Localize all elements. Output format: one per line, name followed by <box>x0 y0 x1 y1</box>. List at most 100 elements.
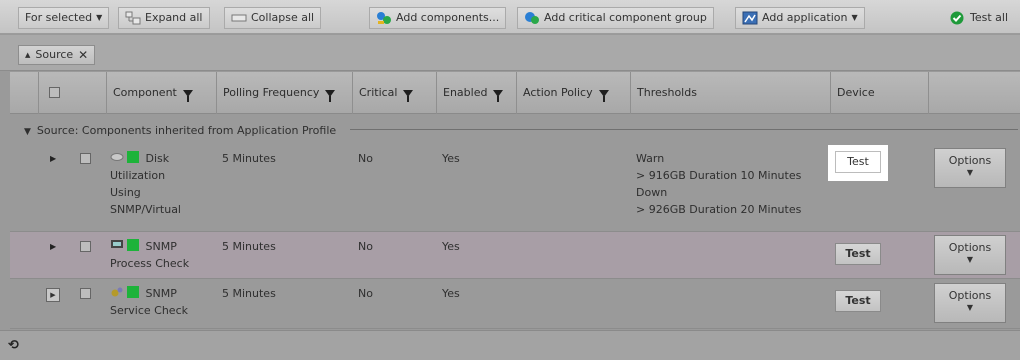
add-components-label: Add components... <box>396 11 500 24</box>
row-checkbox[interactable] <box>80 241 91 252</box>
column-thresholds-label: Thresholds <box>637 86 697 99</box>
component-name-line: Disk <box>145 152 170 165</box>
status-icon <box>127 151 139 163</box>
column-component[interactable]: Component <box>106 72 216 114</box>
options-button[interactable]: Options ▼ <box>934 283 1006 323</box>
enabled-value: Yes <box>442 240 460 253</box>
collapse-all-button[interactable]: Collapse all <box>224 7 322 29</box>
process-icon <box>110 238 124 248</box>
chevron-down-icon: ▼ <box>851 13 858 22</box>
component-name-line: SNMP/Virtual <box>110 203 181 216</box>
column-device[interactable]: Device <box>830 72 928 114</box>
critical-value: No <box>358 240 373 253</box>
add-critical-group-button[interactable]: Add critical component group <box>517 7 714 29</box>
component-name-line: Process Check <box>110 257 190 270</box>
add-components-button[interactable]: Add components... <box>369 7 507 29</box>
chevron-down-icon: ▼ <box>96 13 103 22</box>
for-selected-label: For selected <box>25 11 93 24</box>
component-name-line: SNMP <box>145 240 177 253</box>
expand-row-icon[interactable]: ▶ <box>46 288 60 302</box>
thresholds-value: Warn > 916GB Duration 10 Minutes Down > … <box>636 150 826 218</box>
table-row[interactable]: ▶ Disk Utilization Using SNMP/Virtual 5 … <box>10 144 1020 232</box>
chevron-down-icon: ▼ <box>966 255 974 264</box>
row-checkbox[interactable] <box>80 153 91 164</box>
for-selected-dropdown[interactable]: For selected ▼ <box>18 7 110 29</box>
expand-icon <box>125 11 141 25</box>
filter-icon[interactable] <box>403 89 414 102</box>
polling-frequency-value: 5 Minutes <box>222 287 276 300</box>
table-row[interactable]: ▶ SNMP Service Check 5 Minutes No Yes Te… <box>10 279 1020 329</box>
expand-row-icon[interactable]: ▶ <box>50 242 56 251</box>
sort-ascending-icon: ▲ <box>25 51 31 59</box>
toolbar: For selected ▼ Expand all Collapse all A… <box>0 0 1020 34</box>
options-label: Options <box>948 241 992 254</box>
select-all-checkbox[interactable] <box>49 87 60 98</box>
component-name[interactable]: Disk Utilization Using SNMP/Virtual <box>110 150 212 218</box>
options-label: Options <box>948 154 992 167</box>
column-critical-label: Critical <box>359 86 398 99</box>
filter-icon[interactable] <box>493 89 504 102</box>
expand-all-label: Expand all <box>145 11 203 24</box>
filter-chip-label: Source <box>35 48 74 61</box>
chevron-down-icon[interactable]: ▼ <box>24 127 31 137</box>
column-component-label: Component <box>113 86 177 99</box>
column-critical[interactable]: Critical <box>352 72 436 114</box>
critical-group-icon <box>524 11 540 25</box>
service-icon <box>110 285 124 297</box>
test-all-label: Test all <box>970 11 1009 24</box>
add-components-icon <box>376 11 392 25</box>
filter-icon[interactable] <box>325 89 336 102</box>
grid-footer: ⟲ <box>0 330 1020 360</box>
column-options <box>928 72 1020 114</box>
group-divider <box>350 129 1018 130</box>
status-icon <box>127 239 139 251</box>
select-all-header <box>38 72 70 114</box>
threshold-line: > 926GB Duration 20 Minutes <box>636 203 802 216</box>
filter-icon[interactable] <box>598 89 609 102</box>
expand-row-icon[interactable]: ▶ <box>50 154 56 163</box>
options-button[interactable]: Options ▼ <box>934 148 1006 188</box>
column-polling-frequency[interactable]: Polling Frequency <box>216 72 352 114</box>
expand-all-button[interactable]: Expand all <box>118 7 210 29</box>
column-enabled[interactable]: Enabled <box>436 72 516 114</box>
component-name-line: Utilization <box>110 169 166 182</box>
table-row[interactable]: ▶ SNMP Process Check 5 Minutes No Yes Te… <box>10 232 1020 279</box>
enabled-value: Yes <box>442 152 460 165</box>
column-polling-label: Polling Frequency <box>223 86 320 99</box>
test-button[interactable]: Test <box>835 243 881 265</box>
threshold-line: Down <box>636 186 668 199</box>
group-header[interactable]: ▼ Source: Components inherited from Appli… <box>10 120 1020 142</box>
polling-frequency-value: 5 Minutes <box>222 152 276 165</box>
options-button[interactable]: Options ▼ <box>934 235 1006 275</box>
column-action-policy-label: Action Policy <box>523 86 593 99</box>
add-application-dropdown[interactable]: Add application ▼ <box>735 7 865 29</box>
row-checkbox[interactable] <box>80 288 91 299</box>
filter-icon[interactable] <box>182 89 193 102</box>
collapse-all-label: Collapse all <box>251 11 315 24</box>
component-name[interactable]: SNMP Process Check <box>110 238 212 272</box>
source-filter-chip[interactable]: ▲ Source ✕ <box>18 45 96 65</box>
component-name-line: Service Check <box>110 304 188 317</box>
threshold-line: Warn <box>636 152 665 165</box>
add-application-label: Add application <box>762 11 848 24</box>
threshold-line: > 916GB Duration 10 Minutes <box>636 169 802 182</box>
critical-value: No <box>358 287 373 300</box>
collapse-icon <box>231 11 247 25</box>
chevron-down-icon: ▼ <box>966 303 974 312</box>
remove-filter-icon[interactable]: ✕ <box>78 46 88 64</box>
component-name[interactable]: SNMP Service Check <box>110 285 212 319</box>
column-device-label: Device <box>837 86 875 99</box>
test-all-button[interactable]: Test all <box>944 7 1014 29</box>
column-action-policy[interactable]: Action Policy <box>516 72 630 114</box>
enabled-value: Yes <box>442 287 460 300</box>
component-name-line: Using <box>110 186 141 199</box>
critical-value: No <box>358 152 373 165</box>
test-button[interactable]: Test <box>835 151 881 173</box>
disk-icon <box>110 150 124 161</box>
chevron-down-icon: ▼ <box>966 168 974 177</box>
test-button[interactable]: Test <box>835 290 881 312</box>
status-icon <box>127 286 139 298</box>
refresh-icon[interactable]: ⟲ <box>8 338 19 353</box>
component-name-line: SNMP <box>145 287 177 300</box>
column-thresholds[interactable]: Thresholds <box>630 72 830 114</box>
